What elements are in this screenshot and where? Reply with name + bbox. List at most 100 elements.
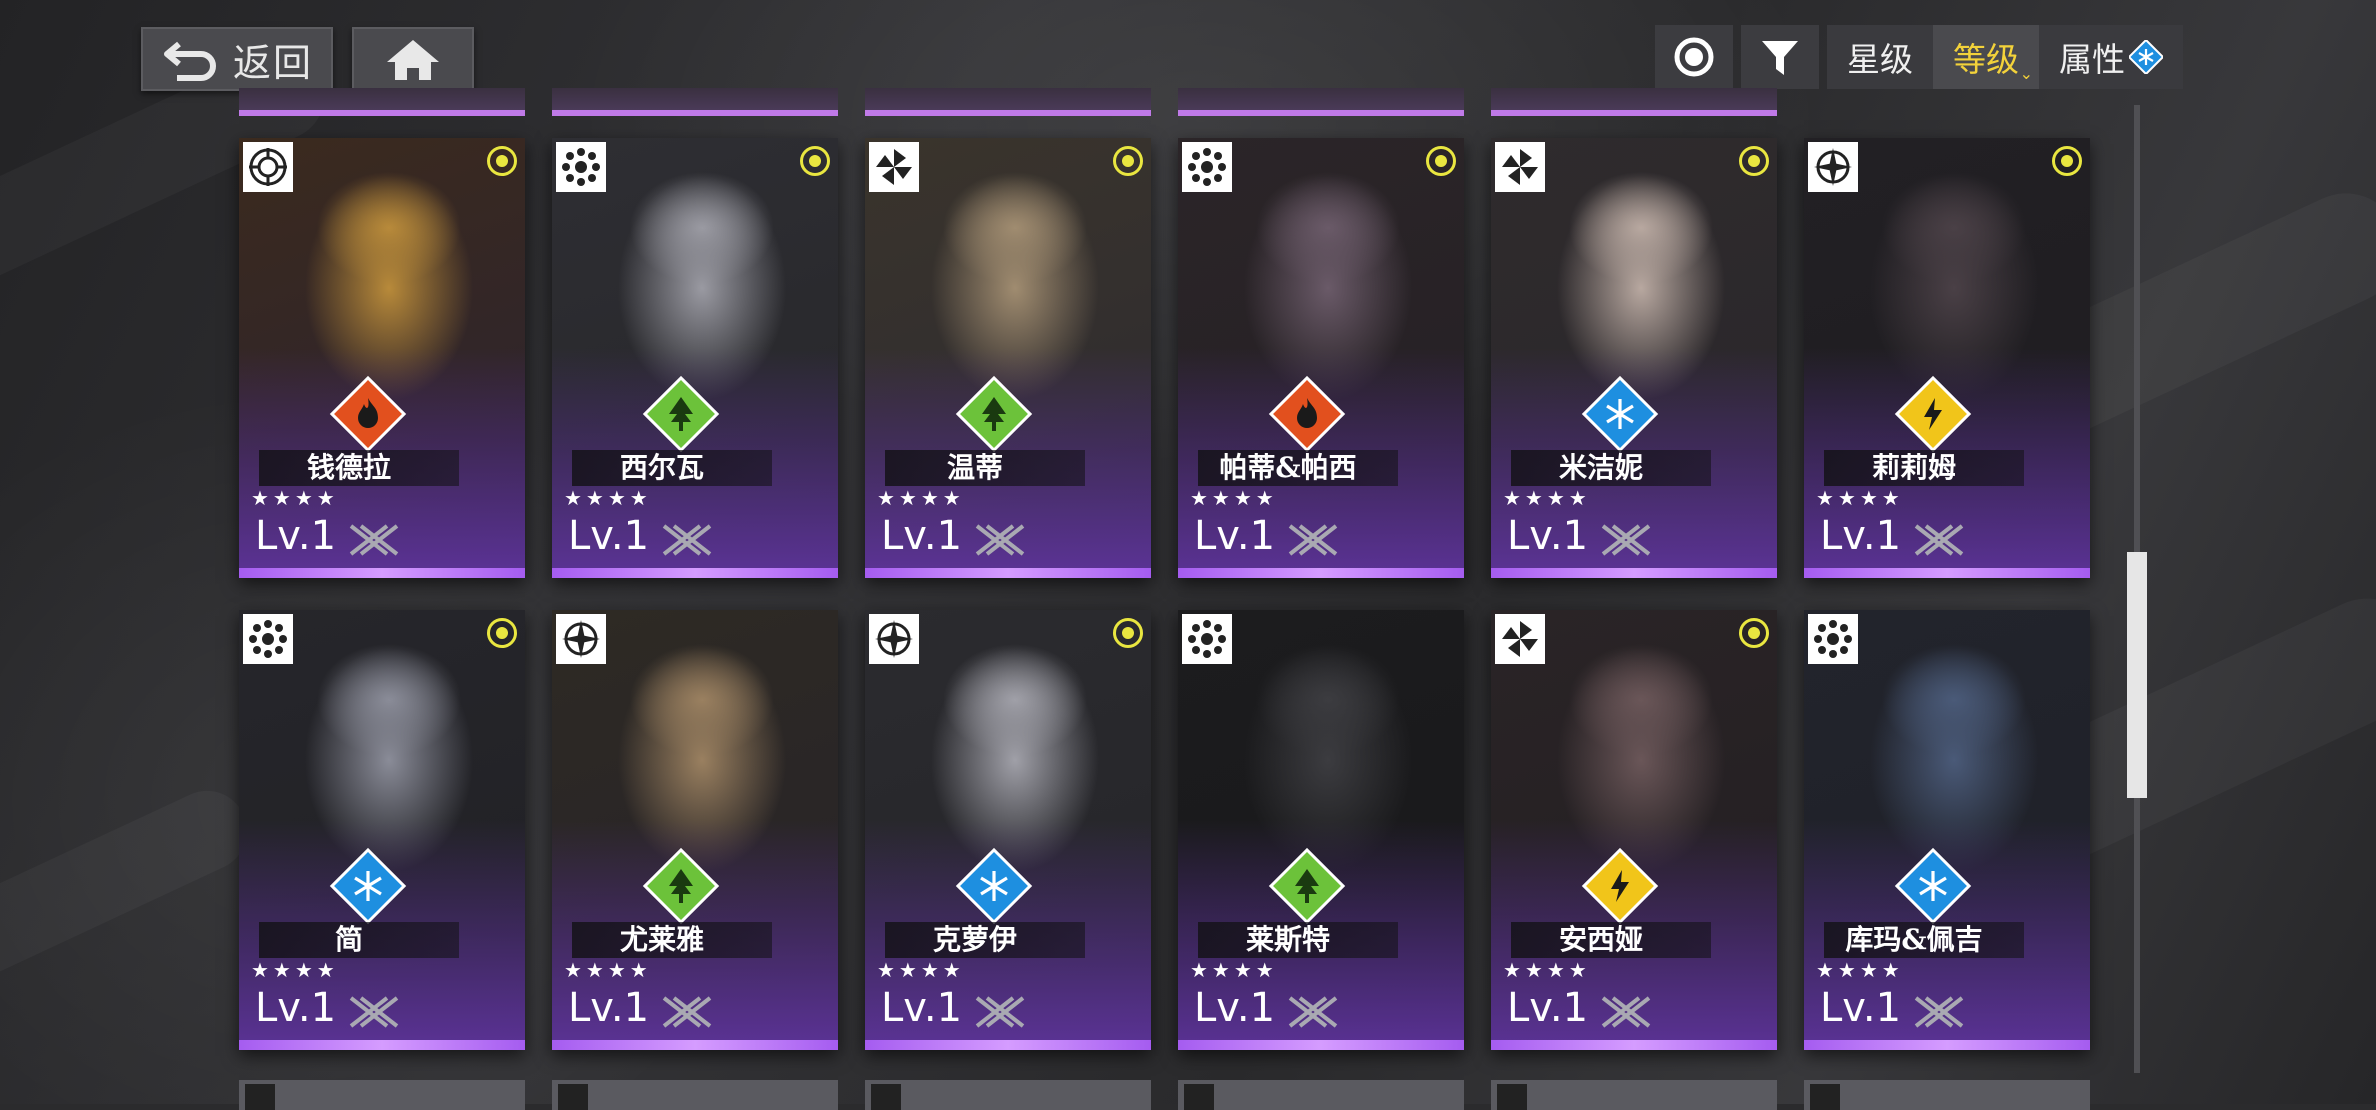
star-rating: ★★★★	[1816, 486, 1904, 510]
home-button[interactable]	[352, 27, 474, 91]
ice-element-icon	[960, 852, 1028, 920]
character-name: 简	[334, 923, 363, 956]
card-partial-bottom[interactable]	[1178, 1080, 1464, 1110]
marked-indicator-icon	[487, 146, 517, 176]
toggle-display-button[interactable]	[1655, 25, 1733, 89]
character-name: 尤莱雅	[619, 923, 704, 956]
level-label: Lv.1	[1194, 985, 1276, 1031]
compass-icon	[556, 614, 606, 664]
card-partial-top[interactable]	[239, 88, 525, 116]
ice-element-icon	[1899, 852, 1967, 920]
character-card[interactable]: 安西娅 ★★★★ Lv.1	[1491, 610, 1777, 1050]
card-partial-top[interactable]	[865, 88, 1151, 116]
character-card[interactable]: 库玛&佩吉 ★★★★ Lv.1	[1804, 610, 2090, 1050]
marked-indicator-icon	[2052, 146, 2082, 176]
compass-icon	[869, 614, 919, 664]
rarity-bar	[1178, 568, 1464, 578]
character-card[interactable]: 莱斯特 ★★★★ Lv.1	[1178, 610, 1464, 1050]
tab-label: 星级	[1847, 40, 1913, 79]
back-label: 返回	[233, 40, 314, 85]
card-partial-bottom[interactable]	[865, 1080, 1151, 1110]
snowflake-icon	[2129, 40, 2163, 74]
pinwheel-icon	[1495, 614, 1545, 664]
lightning-element-icon	[1899, 380, 1967, 448]
card-partial-bottom[interactable]	[1491, 1080, 1777, 1110]
marked-indicator-icon	[1113, 618, 1143, 648]
limit-break-icon	[662, 996, 712, 1028]
character-name: 莱斯特	[1245, 923, 1330, 956]
level-label: Lv.1	[568, 513, 650, 559]
limit-break-icon	[975, 524, 1025, 556]
card-partial-top[interactable]	[1491, 88, 1777, 116]
target-icon	[243, 142, 293, 192]
marked-indicator-icon	[1739, 618, 1769, 648]
filter-button[interactable]	[1741, 25, 1819, 89]
gear-star-icon	[1808, 614, 1858, 664]
rarity-bar	[1491, 1040, 1777, 1050]
character-card[interactable]: 米洁妮 ★★★★ Lv.1	[1491, 138, 1777, 578]
star-rating: ★★★★	[251, 486, 339, 510]
compass-icon	[1808, 142, 1858, 192]
character-name: 安西娅	[1558, 923, 1643, 956]
back-button[interactable]: 返回	[141, 27, 333, 91]
star-rating: ★★★★	[877, 958, 965, 982]
scrollbar-thumb[interactable]	[2127, 552, 2147, 798]
marked-indicator-icon	[1426, 146, 1456, 176]
sort-tabs: 星级 等级 ⌄ 属性	[1827, 25, 2183, 89]
limit-break-icon	[1914, 996, 1964, 1028]
sort-filter-bar: 星级 等级 ⌄ 属性	[1655, 25, 2183, 89]
character-card[interactable]: 温蒂 ★★★★ Lv.1	[865, 138, 1151, 578]
card-partial-top[interactable]	[552, 88, 838, 116]
character-card[interactable]: 克萝伊 ★★★★ Lv.1	[865, 610, 1151, 1050]
tab-level[interactable]: 等级 ⌄	[1933, 25, 2039, 89]
pinwheel-icon	[1495, 142, 1545, 192]
filter-funnel-icon	[1762, 41, 1798, 75]
rarity-bar	[865, 568, 1151, 578]
limit-break-icon	[1288, 524, 1338, 556]
character-name: 帕蒂&帕西	[1219, 451, 1357, 484]
fire-element-icon	[334, 380, 402, 448]
star-rating: ★★★★	[1503, 958, 1591, 982]
star-rating: ★★★★	[1190, 486, 1278, 510]
character-card[interactable]: 西尔瓦 ★★★★ Lv.1	[552, 138, 838, 578]
limit-break-icon	[1601, 524, 1651, 556]
level-label: Lv.1	[255, 985, 337, 1031]
character-card[interactable]: 帕蒂&帕西 ★★★★ Lv.1	[1178, 138, 1464, 578]
character-card[interactable]: 简 ★★★★ Lv.1	[239, 610, 525, 1050]
character-name: 西尔瓦	[619, 451, 704, 484]
level-label: Lv.1	[1820, 985, 1902, 1031]
card-partial-bottom[interactable]	[552, 1080, 838, 1110]
tab-star-rank[interactable]: 星级	[1827, 25, 1933, 89]
limit-break-icon	[662, 524, 712, 556]
marked-indicator-icon	[1739, 146, 1769, 176]
character-card[interactable]: 莉莉姆 ★★★★ Lv.1	[1804, 138, 2090, 578]
character-card[interactable]: 尤莱雅 ★★★★ Lv.1	[552, 610, 838, 1050]
card-partial-bottom[interactable]	[239, 1080, 525, 1110]
fire-element-icon	[1273, 380, 1341, 448]
card-partial-bottom[interactable]	[1804, 1080, 2090, 1110]
home-icon	[387, 40, 439, 80]
character-name: 莉莉姆	[1871, 451, 1956, 484]
rarity-bar	[239, 1040, 525, 1050]
level-label: Lv.1	[1507, 513, 1589, 559]
level-label: Lv.1	[881, 985, 963, 1031]
limit-break-icon	[349, 524, 399, 556]
nature-element-icon	[1273, 852, 1341, 920]
rarity-bar	[1178, 1040, 1464, 1050]
card-partial-top[interactable]	[1178, 88, 1464, 116]
limit-break-icon	[349, 996, 399, 1028]
character-name: 钱德拉	[306, 451, 391, 484]
star-rating: ★★★★	[251, 958, 339, 982]
level-label: Lv.1	[881, 513, 963, 559]
tab-attribute[interactable]: 属性	[2039, 25, 2183, 89]
character-card[interactable]: 钱德拉 ★★★★ Lv.1	[239, 138, 525, 578]
rarity-bar	[239, 568, 525, 578]
star-rating: ★★★★	[877, 486, 965, 510]
level-label: Lv.1	[1194, 513, 1276, 559]
rarity-bar	[865, 1040, 1151, 1050]
ice-element-icon	[1586, 380, 1654, 448]
marked-indicator-icon	[800, 146, 830, 176]
level-label: Lv.1	[568, 985, 650, 1031]
gear-star-icon	[1182, 142, 1232, 192]
rarity-bar	[1804, 1040, 2090, 1050]
